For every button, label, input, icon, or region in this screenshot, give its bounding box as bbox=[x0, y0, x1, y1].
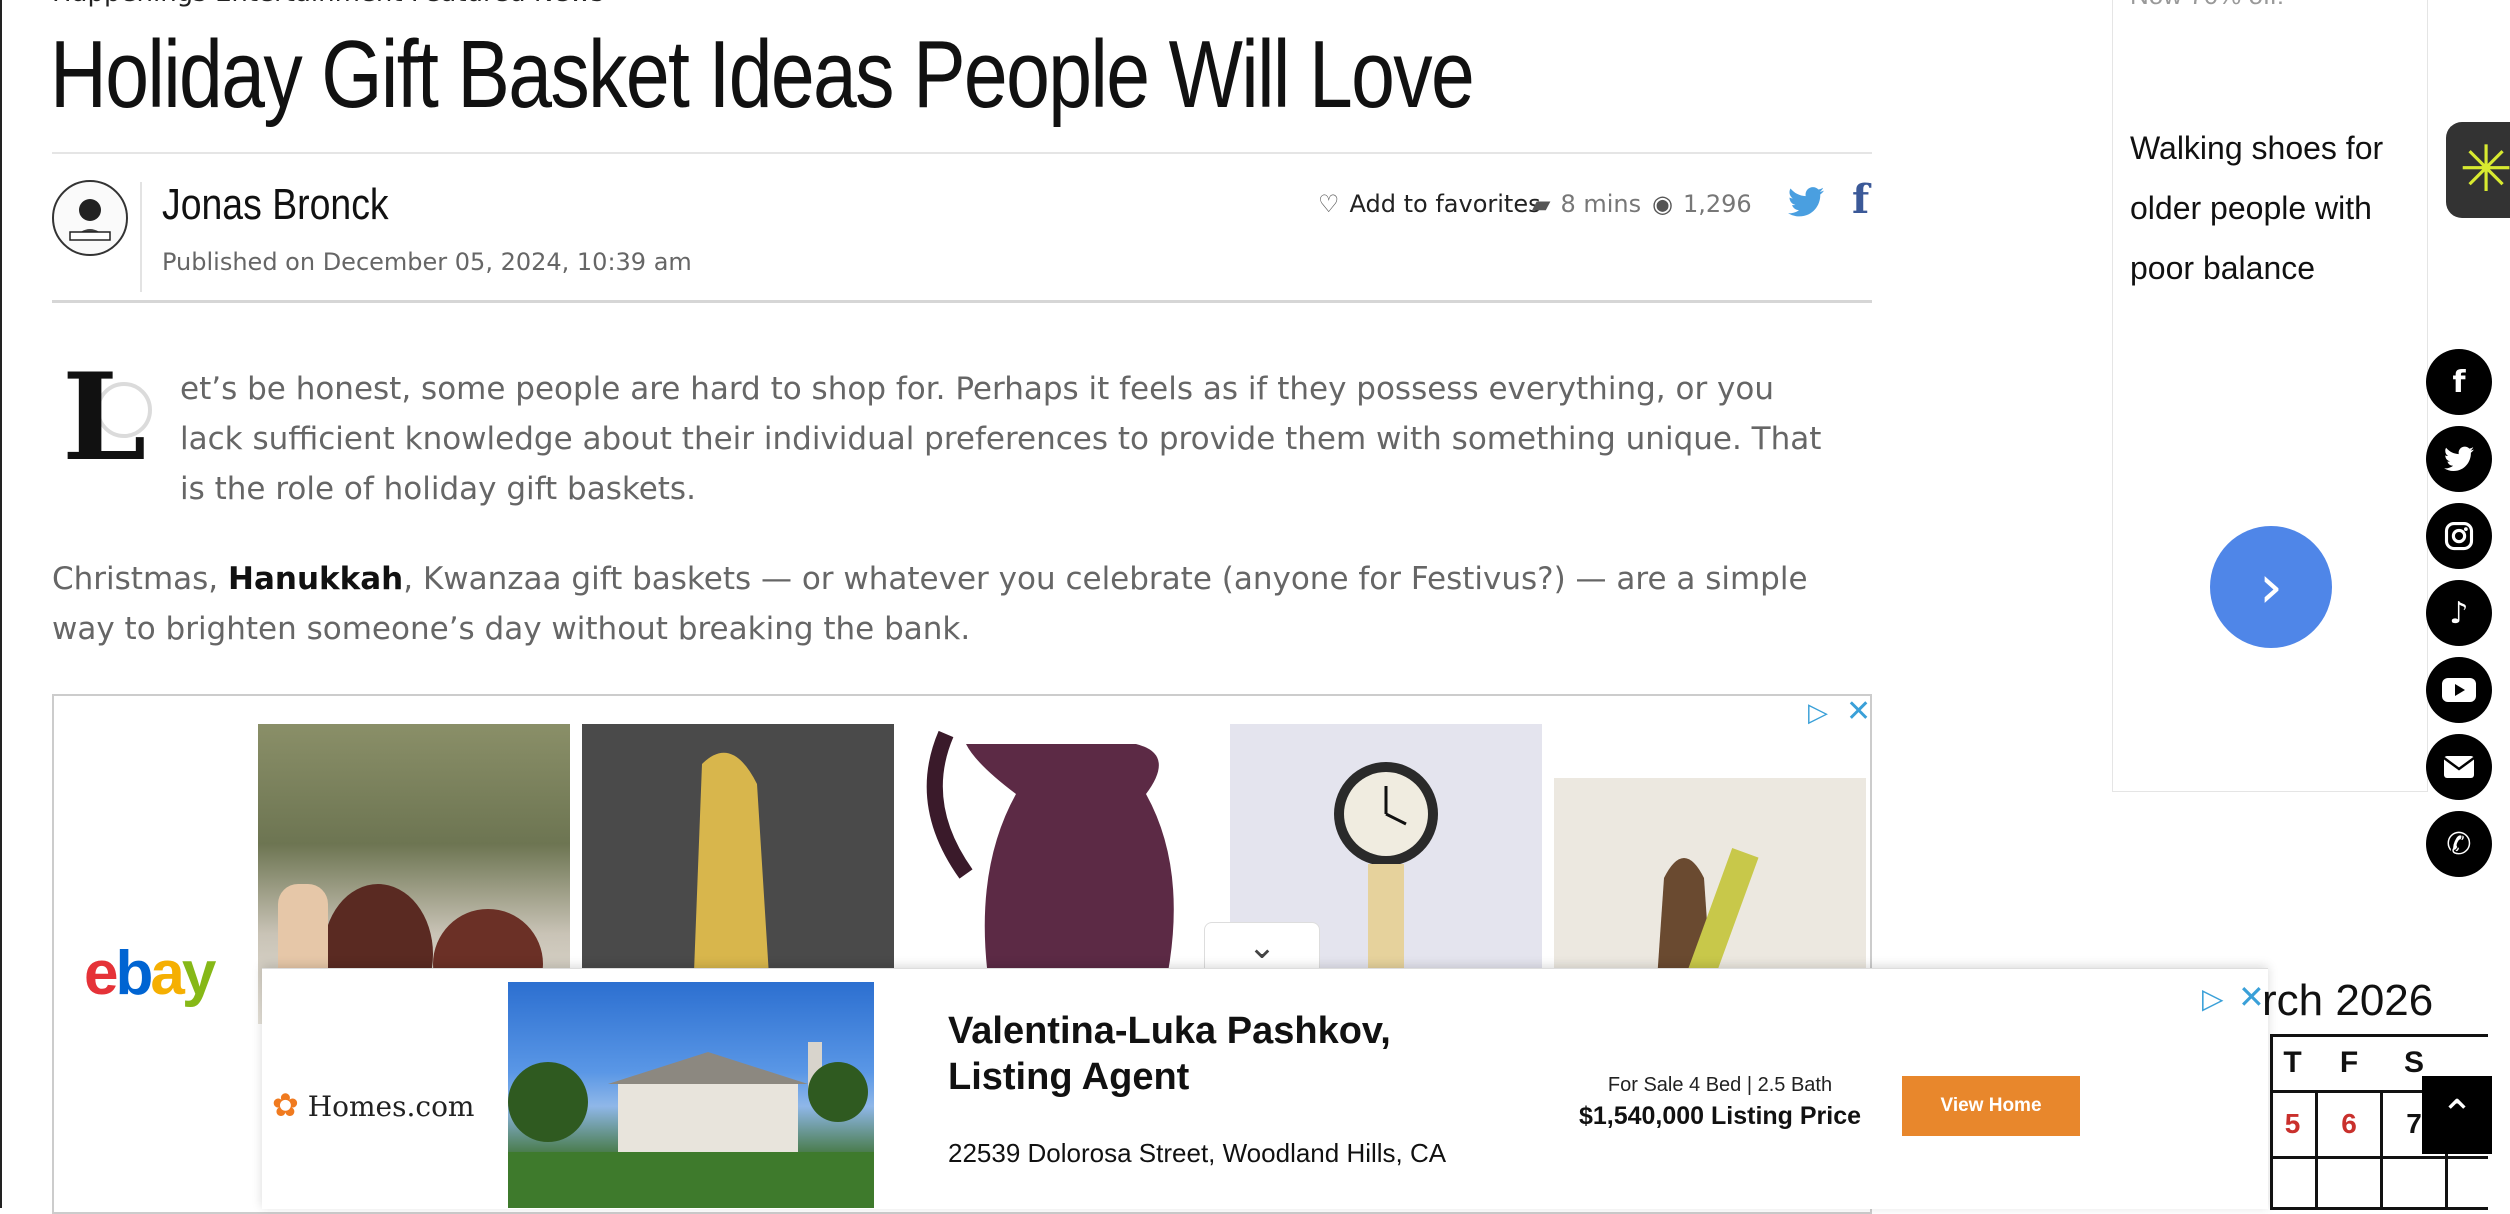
back-to-top-button[interactable]: ⌃ bbox=[2422, 1076, 2492, 1154]
avatar-portrait-icon bbox=[69, 199, 111, 241]
sidebar-ad-text[interactable]: Walking shoes for older people with poor… bbox=[2130, 118, 2400, 298]
ebay-logo-e: e bbox=[84, 939, 119, 1008]
homes-logo-text: Homes.com bbox=[307, 1090, 475, 1123]
social-phone-button[interactable]: ✆ bbox=[2426, 811, 2492, 877]
ebay-logo-a: a bbox=[150, 939, 185, 1008]
ebay-logo-y: y bbox=[181, 939, 217, 1008]
calendar-header-fri: F bbox=[2339, 1046, 2359, 1079]
homes-logo[interactable]: ✿ Homes.com bbox=[272, 1086, 474, 1124]
read-time: ▰ 8 mins bbox=[1532, 190, 1641, 218]
read-time-value: 8 mins bbox=[1560, 190, 1642, 218]
twitter-icon bbox=[2444, 446, 2474, 471]
facebook-icon: f bbox=[2452, 364, 2466, 400]
author-name[interactable]: Jonas Bronck bbox=[162, 180, 389, 230]
category-breadcrumb[interactable]: Happenings Entertainment Featured News bbox=[52, 0, 604, 8]
view-count-value: 1,296 bbox=[1682, 190, 1752, 218]
book-icon: ▰ bbox=[1532, 190, 1551, 218]
listing-details: For Sale 4 Bed | 2.5 Bath bbox=[1607, 1074, 1833, 1096]
share-twitter-button[interactable] bbox=[1788, 182, 1824, 226]
title-divider bbox=[52, 152, 1872, 154]
youtube-icon bbox=[2442, 678, 2476, 702]
chevron-right-icon: › bbox=[2259, 552, 2283, 622]
chevron-down-icon: ⌄ bbox=[1247, 927, 1277, 967]
listing-address: 22539 Dolorosa Street, Woodland Hills, C… bbox=[948, 1138, 1447, 1168]
social-email-button[interactable] bbox=[2426, 734, 2492, 800]
email-icon bbox=[2444, 756, 2474, 778]
tiktok-icon: ♪ bbox=[2449, 595, 2469, 631]
ebay-logo[interactable]: ebay bbox=[84, 938, 217, 1009]
twitter-icon bbox=[1788, 187, 1824, 217]
social-youtube-button[interactable] bbox=[2426, 657, 2492, 723]
drop-cap: L bbox=[62, 347, 147, 488]
chevron-up-icon: ⌃ bbox=[2440, 1092, 2474, 1138]
social-instagram-button[interactable] bbox=[2426, 503, 2492, 569]
agent-name-line: Valentina-Luka Pashkov, bbox=[948, 1010, 1391, 1052]
calendar-day[interactable]: 6 bbox=[2318, 1108, 2380, 1140]
homes-flower-icon: ✿ bbox=[272, 1086, 299, 1124]
accessibility-widget-button[interactable]: ✳ bbox=[2446, 122, 2510, 218]
author-avatar[interactable] bbox=[52, 180, 128, 256]
published-date: Published on December 05, 2024, 10:39 am bbox=[162, 248, 692, 276]
listing-price: $1,540,000 Listing Price bbox=[1578, 1102, 1862, 1130]
sidebar-ad-next-button[interactable]: › bbox=[2210, 526, 2332, 648]
house-photo[interactable] bbox=[508, 982, 874, 1208]
instagram-icon bbox=[2444, 521, 2474, 551]
article-title: Holiday Gift Basket Ideas People Will Lo… bbox=[50, 21, 1475, 128]
house-image bbox=[508, 1042, 874, 1208]
adchoices-icon[interactable]: ▷ bbox=[1808, 698, 1828, 728]
share-facebook-button[interactable]: f bbox=[1852, 176, 1869, 223]
ebay-logo-b: b bbox=[115, 939, 153, 1008]
second-paragraph: Christmas, Hanukkah, Kwanzaa gift basket… bbox=[52, 554, 1872, 654]
view-home-button[interactable]: View Home bbox=[1902, 1076, 2080, 1136]
heart-icon: ♡ bbox=[1318, 190, 1340, 218]
calendar-month-title: rch 2026 bbox=[2262, 976, 2434, 1025]
agent-title-line: Listing Agent bbox=[948, 1056, 1190, 1098]
collapse-ad-button[interactable]: ⌄ bbox=[1204, 922, 1320, 971]
calendar-header-sat: S bbox=[2403, 1046, 2424, 1079]
social-tiktok-button[interactable]: ♪ bbox=[2426, 580, 2492, 646]
banner-close-icon[interactable]: ✕ bbox=[2238, 978, 2265, 1016]
intro-paragraph: et’s be honest, some people are hard to … bbox=[180, 371, 1822, 507]
sun-icon: ✳ bbox=[2459, 133, 2510, 207]
byline-divider bbox=[52, 300, 1872, 303]
facebook-icon: f bbox=[1852, 176, 1870, 223]
banner-adchoices-icon[interactable]: ▷ bbox=[2202, 982, 2224, 1015]
listing-agent-name: Valentina-Luka Pashkov, Listing Agent bbox=[948, 1008, 1468, 1100]
sidebar-ad-headline: Now 70% off! bbox=[2130, 0, 2284, 11]
page-left-border bbox=[0, 0, 2, 1208]
calendar-header-thu: T bbox=[2283, 1046, 2302, 1079]
ad-close-icon[interactable]: ✕ bbox=[1846, 694, 1871, 729]
social-facebook-button[interactable]: f bbox=[2426, 349, 2492, 415]
hanukkah-link[interactable]: Hanukkah bbox=[228, 561, 403, 597]
calendar-day[interactable]: 5 bbox=[2270, 1108, 2315, 1140]
social-twitter-button[interactable] bbox=[2426, 426, 2492, 492]
phone-icon: ✆ bbox=[2446, 826, 2472, 862]
eye-icon: ◉ bbox=[1652, 190, 1673, 218]
author-divider bbox=[140, 182, 142, 292]
para2-text-start: Christmas, bbox=[52, 561, 229, 597]
view-count: ◉ 1,296 bbox=[1652, 190, 1752, 218]
calendar-divider bbox=[2270, 1156, 2488, 1159]
add-to-favorites-label: Add to favorites bbox=[1349, 190, 1541, 218]
add-to-favorites-button[interactable]: ♡ Add to favorites bbox=[1318, 190, 1541, 218]
